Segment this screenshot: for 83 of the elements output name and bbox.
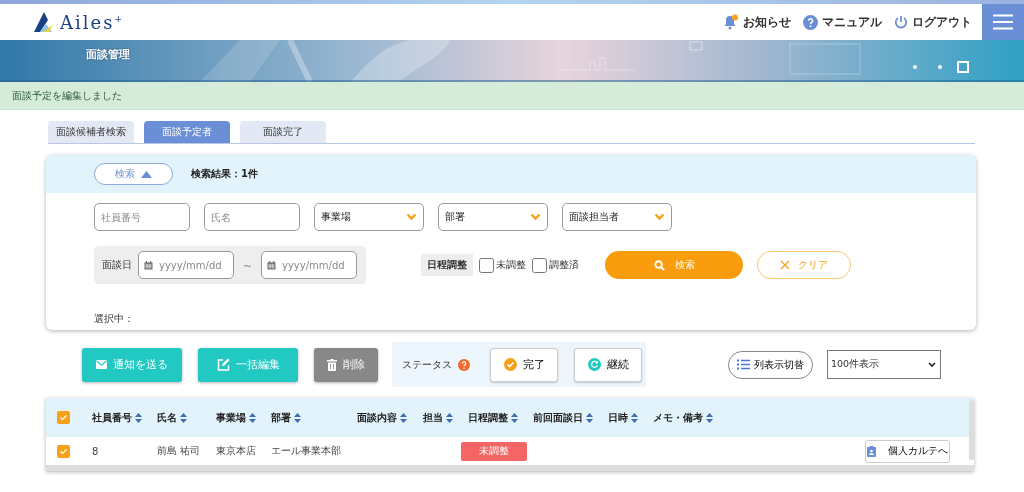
checkbox-label: 調整済	[549, 258, 579, 272]
column-header[interactable]: 担当	[423, 410, 453, 425]
column-header[interactable]: 日時	[608, 410, 638, 425]
sort-icon	[249, 412, 256, 423]
chevron-down-icon	[654, 213, 665, 221]
date-field[interactable]: yyyy/mm/dd	[261, 251, 357, 279]
column-toggle-button[interactable]: 列表示切替	[728, 350, 813, 379]
column-header[interactable]: メモ・備考	[653, 410, 713, 425]
calendar-icon	[267, 261, 276, 270]
sort-icon	[400, 412, 407, 423]
logout-link[interactable]: ログアウト	[894, 14, 972, 30]
checkbox[interactable]	[57, 411, 70, 424]
caret-up-icon	[141, 170, 152, 178]
column-header[interactable]: 事業場	[216, 410, 256, 425]
checkbox[interactable]	[532, 257, 547, 273]
field-label: 面談日	[102, 258, 132, 272]
select-field[interactable]: 部署	[438, 203, 548, 231]
complete-button[interactable]: 完了	[490, 347, 558, 382]
edit-icon	[216, 358, 230, 371]
list-icon	[737, 359, 750, 370]
checkbox[interactable]	[479, 257, 494, 273]
clipboard-icon	[867, 445, 876, 457]
menu-button[interactable]	[982, 4, 1024, 40]
column-header[interactable]: 前回面談日	[533, 410, 593, 425]
calendar-icon	[144, 261, 153, 270]
check-circle-icon	[503, 358, 517, 371]
power-icon	[894, 15, 908, 29]
notice-link[interactable]: お知らせ	[723, 14, 791, 30]
delete-button[interactable]: 削除	[314, 347, 378, 382]
menu-icon	[993, 14, 1013, 30]
table-cell-text: エール事業本部	[271, 444, 342, 458]
chevron-down-icon	[928, 361, 936, 368]
logo: Ailes$^{+}$	[60, 11, 124, 33]
success-alert: 面談予定を編集しました	[0, 82, 1024, 110]
column-header[interactable]: 面談内容	[357, 410, 407, 425]
sort-icon	[446, 412, 453, 423]
status-label: ステータス	[402, 357, 452, 372]
sort-icon	[135, 412, 142, 423]
logo-icon	[34, 11, 56, 33]
scrollbar[interactable]	[46, 465, 974, 471]
search-icon	[653, 259, 665, 271]
continue-button[interactable]: 継続	[574, 347, 642, 382]
chevron-down-icon	[530, 213, 541, 221]
input-field[interactable]: 氏名	[204, 203, 300, 231]
sort-icon	[631, 412, 638, 423]
column-header[interactable]: 部署	[271, 410, 301, 425]
table-cell-text: 前島 祐司	[157, 444, 202, 458]
tab[interactable]: 面談完了	[240, 121, 326, 143]
column-header[interactable]: 社員番号	[92, 410, 142, 425]
status-badge: 未調整	[461, 441, 527, 461]
page-size-select[interactable]: 100件表示	[827, 350, 941, 379]
checkbox-label: 未調整	[496, 258, 526, 272]
bell-icon	[723, 14, 739, 30]
sort-icon	[294, 412, 301, 423]
scrollbar[interactable]	[969, 400, 974, 460]
record-button[interactable]: 個人カルテへ	[865, 439, 950, 463]
table-cell-text: 8	[92, 445, 100, 457]
trash-icon	[327, 358, 337, 371]
field-label: 日程調整	[421, 254, 473, 276]
sort-icon	[706, 412, 713, 423]
table-cell-text: 東京本店	[216, 444, 257, 458]
sort-icon	[586, 412, 593, 423]
date-field[interactable]: yyyy/mm/dd	[138, 251, 234, 279]
manual-link[interactable]: マニュアル	[803, 14, 882, 30]
sort-icon	[511, 412, 518, 423]
result-count: 検索結果：1件	[191, 167, 258, 181]
page-title: 面談管理	[86, 47, 130, 63]
chevron-down-icon	[406, 213, 417, 221]
column-header[interactable]: 氏名	[157, 410, 187, 425]
refresh-icon	[587, 358, 601, 371]
select-field[interactable]: 事業場	[314, 203, 424, 231]
help-icon	[458, 358, 470, 371]
close-icon	[780, 260, 790, 270]
help-icon	[803, 14, 818, 30]
checkbox[interactable]	[57, 444, 70, 458]
column-header[interactable]: 日程調整	[468, 410, 518, 425]
selection-label: 選択中：	[94, 312, 135, 326]
tab[interactable]: 面談候補者検索	[48, 121, 134, 143]
select-field[interactable]: 面談担当者	[562, 203, 672, 231]
range-separator: ～	[241, 257, 254, 273]
envelope-icon	[96, 360, 107, 369]
input-field[interactable]: 社員番号	[94, 203, 190, 231]
sort-icon	[180, 412, 187, 423]
